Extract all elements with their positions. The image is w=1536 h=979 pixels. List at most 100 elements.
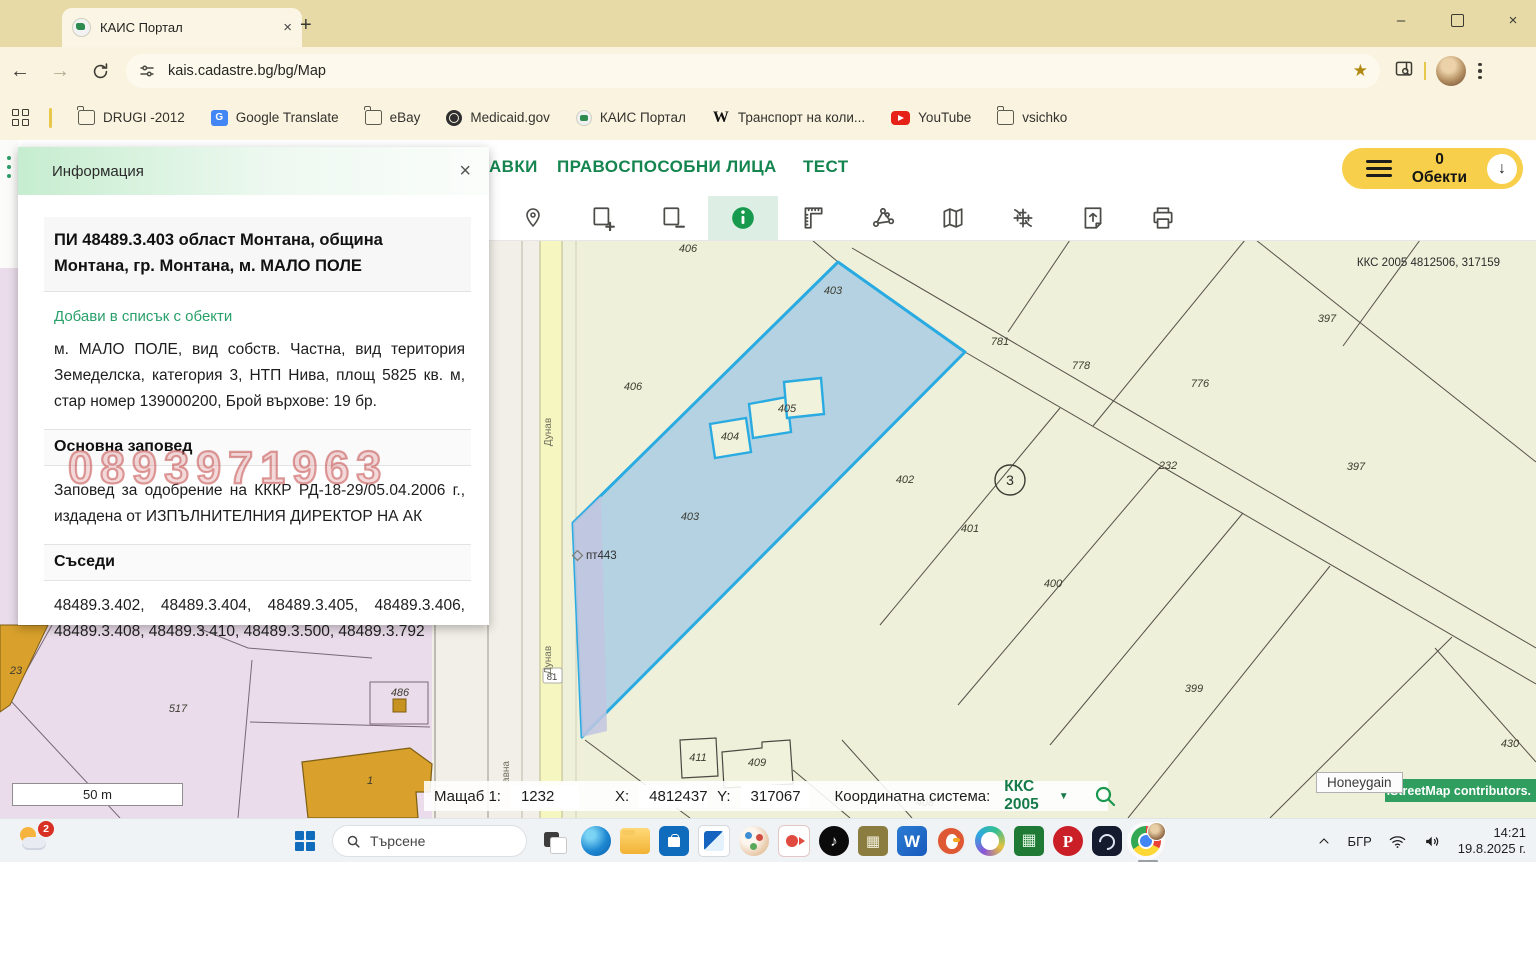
folder-icon bbox=[78, 110, 95, 125]
reload-button[interactable] bbox=[80, 62, 120, 81]
tool-map-layers[interactable] bbox=[918, 196, 988, 240]
browser-menu-icon[interactable] bbox=[1478, 63, 1482, 80]
taskbar-app-snipping-tool[interactable] bbox=[698, 825, 730, 857]
nav-item-spravki[interactable]: АВКИ bbox=[489, 157, 538, 177]
parcel-label-397: 397 bbox=[1347, 461, 1366, 473]
profile-avatar[interactable] bbox=[1436, 56, 1466, 86]
close-icon[interactable]: × bbox=[457, 160, 473, 183]
objects-list-button[interactable]: 0 Обекти ↓ bbox=[1342, 148, 1523, 189]
parcel-label-400: 400 bbox=[1044, 578, 1063, 590]
taskbar-app-qr-app[interactable]: ▦ bbox=[858, 826, 888, 856]
bookmark-star-icon[interactable]: ★ bbox=[1353, 61, 1368, 81]
notification-badge: 2 bbox=[38, 821, 54, 837]
tool-remove-selection[interactable] bbox=[638, 196, 708, 240]
parcel-label-авна: авна bbox=[501, 761, 512, 783]
vertical-dots-menu-icon[interactable] bbox=[7, 156, 11, 178]
bookmark-каис-портал[interactable]: КАИС Портал bbox=[576, 110, 686, 126]
bookmark-ebay[interactable]: eBay bbox=[365, 110, 421, 125]
url-text[interactable]: kais.cadastre.bg/bg/Map bbox=[168, 63, 1341, 79]
tab-close-icon[interactable]: × bbox=[283, 19, 292, 36]
taskbar-app-copilot[interactable] bbox=[975, 826, 1005, 856]
window-minimize-button[interactable]: – bbox=[1378, 0, 1424, 40]
crs-caret-icon[interactable]: ▼ bbox=[1059, 791, 1069, 802]
window-close-button[interactable]: × bbox=[1490, 0, 1536, 40]
taskbar-search[interactable]: Търсене bbox=[332, 825, 527, 857]
taskbar-app-speedtest[interactable] bbox=[1092, 826, 1122, 856]
nav-item-test[interactable]: ТЕСТ bbox=[803, 157, 849, 177]
parcel-label-405: 405 bbox=[778, 403, 797, 415]
neighbors-section-header: Съседи bbox=[44, 544, 471, 581]
ruler-icon bbox=[800, 205, 826, 231]
side-panel-button[interactable] bbox=[1394, 59, 1414, 84]
map-search-button[interactable] bbox=[1093, 784, 1117, 808]
taskbar-app-calculator[interactable]: ▦ bbox=[1014, 826, 1044, 856]
nav-item-pravosposobni-lica[interactable]: ПРАВОСПОСОБНИ ЛИЦА bbox=[557, 157, 777, 177]
parcel-label-776: 776 bbox=[1191, 378, 1210, 390]
tool-add-selection[interactable] bbox=[568, 196, 638, 240]
taskbar-app-edge[interactable] bbox=[581, 826, 611, 856]
tiktok-icon: ♪ bbox=[830, 834, 838, 849]
road-81 bbox=[540, 196, 562, 818]
bookmark-транспорт-на-коли-[interactable]: WТранспорт на коли... bbox=[712, 110, 865, 125]
w-icon: W bbox=[712, 110, 730, 125]
window-maximize-button[interactable] bbox=[1434, 0, 1480, 40]
download-arrow-icon[interactable]: ↓ bbox=[1487, 154, 1517, 184]
taskbar-app-camera[interactable] bbox=[778, 825, 810, 857]
taskbar-app-word[interactable]: W bbox=[897, 826, 927, 856]
system-tray: БГР 14:21 19.8.2025 г. bbox=[1316, 819, 1526, 863]
forward-button[interactable]: → bbox=[40, 60, 80, 83]
tool-export[interactable] bbox=[1058, 196, 1128, 240]
search-icon bbox=[346, 834, 361, 849]
taskbar-app-tiktok[interactable]: ♪ bbox=[819, 826, 849, 856]
volume-icon[interactable] bbox=[1423, 832, 1442, 851]
tool-measure-area[interactable] bbox=[848, 196, 918, 240]
taskbar-app-file-explorer[interactable] bbox=[620, 828, 650, 854]
apps-grid-icon[interactable] bbox=[12, 109, 29, 126]
bookmark-label: Medicaid.gov bbox=[470, 110, 550, 125]
tool-measure-distance[interactable] bbox=[778, 196, 848, 240]
bookmark-google-translate[interactable]: GGoogle Translate bbox=[211, 110, 339, 126]
start-button[interactable] bbox=[286, 822, 324, 860]
crs-select[interactable]: ККС 2005 bbox=[1004, 778, 1038, 814]
taskbar-app-paint[interactable] bbox=[739, 826, 769, 856]
location-pin-icon bbox=[521, 206, 545, 230]
neighbors-text: 48489.3.402, 48489.3.404, 48489.3.405, 4… bbox=[54, 593, 465, 645]
scale-input[interactable]: 1232 bbox=[511, 785, 579, 808]
taskbar-app-pinterest[interactable]: P bbox=[1053, 826, 1083, 856]
map-attribution[interactable]: © OpenStreetMap contributors. bbox=[1385, 779, 1536, 802]
globe-icon bbox=[446, 110, 462, 126]
back-button[interactable]: ← bbox=[0, 60, 40, 83]
taskbar-app-store[interactable] bbox=[659, 826, 689, 856]
y-value: 317067 bbox=[741, 785, 809, 808]
task-view-button[interactable] bbox=[535, 822, 573, 860]
search-placeholder: Търсене bbox=[370, 833, 425, 849]
taskbar-app-chrome[interactable] bbox=[1131, 826, 1161, 856]
chrome-profile-avatar bbox=[1147, 822, 1166, 841]
taskbar-weather-widget[interactable]: 2 bbox=[18, 825, 52, 857]
taskbar-app-duckduckgo[interactable] bbox=[936, 826, 966, 856]
add-to-objects-link[interactable]: Добави в списък с обекти bbox=[54, 308, 489, 325]
add-selection-icon bbox=[590, 205, 616, 231]
export-icon bbox=[1080, 205, 1106, 231]
site-settings-icon[interactable] bbox=[138, 62, 156, 80]
language-indicator[interactable]: БГР bbox=[1348, 834, 1372, 849]
address-bar[interactable]: kais.cadastre.bg/bg/Map ★ bbox=[126, 54, 1380, 88]
bookmark-youtube[interactable]: YouTube bbox=[891, 110, 971, 125]
parcel-label-409: 409 bbox=[748, 757, 766, 769]
kais-icon bbox=[576, 110, 592, 126]
tool-coordinate-grid[interactable] bbox=[988, 196, 1058, 240]
browser-tab[interactable]: КАИС Портал × bbox=[62, 8, 302, 47]
taskbar-clock[interactable]: 14:21 19.8.2025 г. bbox=[1458, 825, 1526, 857]
bookmark-drugi-2012[interactable]: DRUGI -2012 bbox=[78, 110, 185, 125]
bookmark-label: Google Translate bbox=[236, 110, 339, 125]
bookmark-vsichko[interactable]: vsichko bbox=[997, 110, 1067, 125]
tray-chevron-icon[interactable] bbox=[1316, 833, 1332, 849]
new-tab-button[interactable]: + bbox=[300, 14, 312, 37]
tool-location-pin[interactable] bbox=[498, 196, 568, 240]
tool-print[interactable] bbox=[1128, 196, 1198, 240]
bookmark-medicaid-gov[interactable]: Medicaid.gov bbox=[446, 110, 550, 126]
parcel-label-Дунав: Дунав bbox=[543, 646, 554, 674]
wifi-icon[interactable] bbox=[1388, 832, 1407, 851]
honeygain-tooltip: Honeygain bbox=[1316, 772, 1403, 793]
tool-info[interactable] bbox=[708, 196, 778, 240]
